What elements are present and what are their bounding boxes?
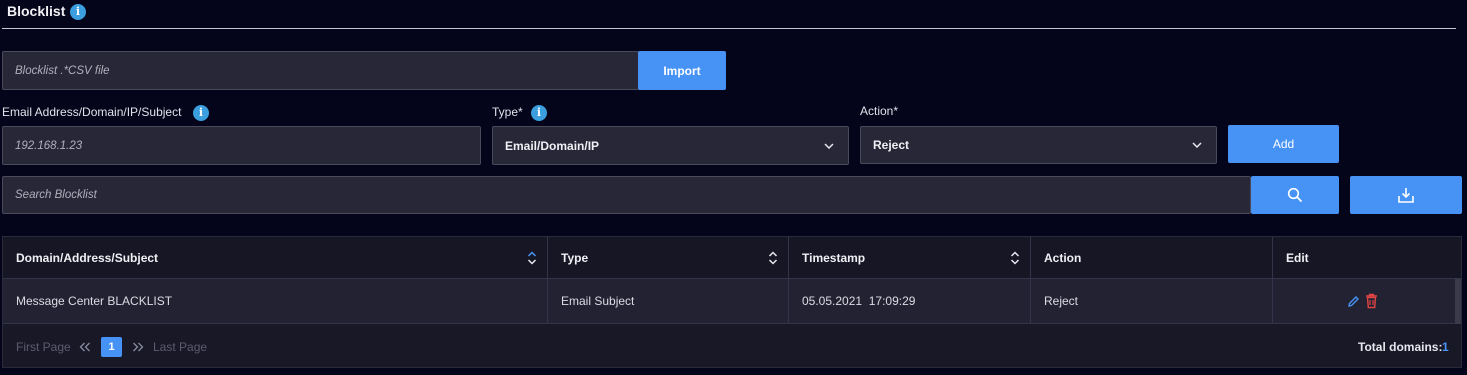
table-header: Domain/Address/Subject Type Timestamp Ac… [3,237,1461,279]
total-domains-value: 1 [1442,340,1449,354]
search-button[interactable] [1251,176,1339,214]
address-label: Email Address/Domain/IP/Subject [2,105,182,119]
cell-action: Reject [1044,294,1079,308]
sort-icon[interactable] [527,250,537,266]
cell-timestamp: 05.05.2021 17:09:29 [802,294,916,308]
download-button[interactable] [1350,176,1462,214]
page-title: Blocklist [7,3,66,19]
trash-icon[interactable] [1365,293,1378,309]
address-placeholder: 192.168.1.23 [15,139,83,152]
search-input[interactable]: Search Blocklist [2,176,1251,214]
column-header-action: Action [1031,237,1273,278]
type-info-icon[interactable]: i [531,105,547,121]
double-chevron-left-icon[interactable] [79,342,91,352]
first-page-link[interactable]: First Page [16,340,71,354]
last-page-link[interactable]: Last Page [153,340,207,354]
title-divider [2,28,1456,29]
column-header-timestamp[interactable]: Timestamp [789,237,1031,278]
cell-type: Email Subject [561,294,635,308]
address-input[interactable]: 192.168.1.23 [2,126,481,165]
cell-domain: Message Center BLACKLIST [16,294,173,308]
double-chevron-right-icon[interactable] [132,342,144,352]
type-select-value: Email/Domain/IP [505,138,600,153]
type-select[interactable]: Email/Domain/IP [492,126,849,165]
import-button[interactable]: Import [638,51,726,90]
table-scrollbar[interactable] [1455,279,1461,324]
action-select[interactable]: Reject [860,126,1217,164]
column-header-domain[interactable]: Domain/Address/Subject [3,237,548,278]
column-header-type[interactable]: Type [548,237,789,278]
blocklist-table: Domain/Address/Subject Type Timestamp Ac… [2,236,1462,368]
total-domains-label: Total domains: [1358,340,1443,354]
add-button[interactable]: Add [1228,125,1339,163]
type-label: Type* [492,105,523,119]
pencil-icon[interactable] [1347,295,1360,308]
page-number-current[interactable]: 1 [101,337,122,357]
chevron-down-icon [824,142,834,149]
sort-icon[interactable] [1010,250,1020,266]
address-info-icon[interactable]: i [193,105,209,121]
search-icon [1287,187,1303,203]
chevron-down-icon [1192,142,1202,148]
action-label: Action* [860,104,899,118]
column-header-edit: Edit [1286,250,1309,265]
csv-file-placeholder: Blocklist .*CSV file [15,64,110,77]
sort-icon[interactable] [768,250,778,266]
csv-file-input[interactable]: Blocklist .*CSV file [2,51,639,90]
title-info-icon[interactable]: i [70,4,86,20]
search-placeholder: Search Blocklist [15,189,97,201]
action-select-value: Reject [873,138,910,152]
table-row[interactable]: Message Center BLACKLIST Email Subject 0… [3,279,1455,324]
download-icon [1398,188,1414,203]
cell-edit [1273,279,1455,323]
